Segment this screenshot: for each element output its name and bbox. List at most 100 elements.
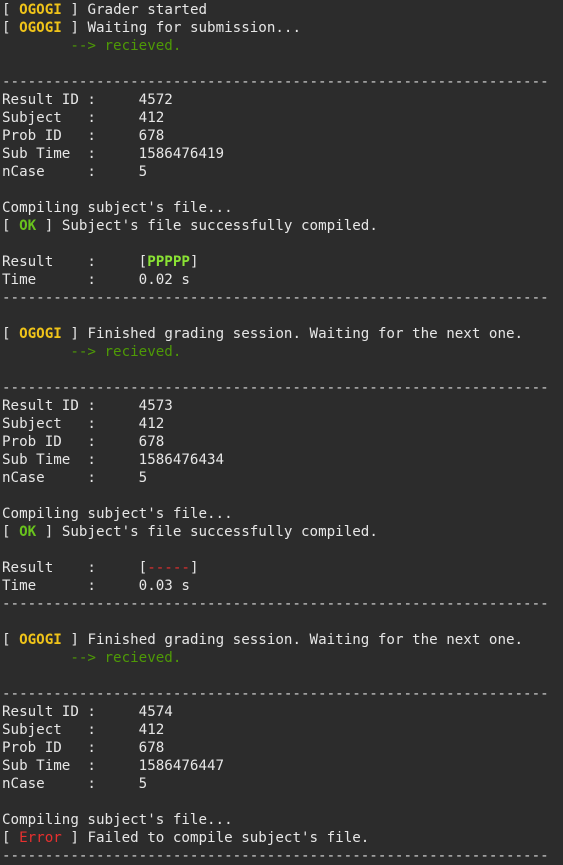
label: Result ID : bbox=[2, 704, 139, 720]
label: Subject : bbox=[2, 110, 139, 126]
log-line-received: --> recieved. bbox=[2, 650, 182, 666]
label: Sub Time : bbox=[2, 146, 139, 162]
log-line-received: --> recieved. bbox=[2, 344, 182, 360]
separator-line: ----------------------------------------… bbox=[2, 290, 549, 306]
label: Prob ID : bbox=[2, 128, 139, 144]
sub-time-row: Sub Time : 1586476434 bbox=[2, 451, 563, 469]
time-row: Time : 0.03 s bbox=[2, 577, 563, 595]
value: 1586476419 bbox=[138, 146, 225, 162]
time-row: Time : 0.02 s bbox=[2, 271, 563, 289]
label: Result : bbox=[2, 254, 139, 270]
value: 4573 bbox=[138, 398, 173, 414]
value: 4574 bbox=[138, 704, 173, 720]
label: Subject : bbox=[2, 722, 139, 738]
log-text: Grader started bbox=[78, 2, 208, 18]
label: Result ID : bbox=[2, 92, 139, 108]
ncase-row: nCase : 5 bbox=[2, 775, 563, 793]
ogogi-tag: OGOGI bbox=[19, 632, 62, 648]
log-line-compiling: Compiling subject's file... bbox=[2, 506, 233, 522]
log-line-compiling: Compiling subject's file... bbox=[2, 812, 233, 828]
value: 0.02 s bbox=[138, 272, 190, 288]
log-text: Failed to compile subject's file. bbox=[78, 830, 370, 846]
ogogi-tag: OGOGI bbox=[19, 20, 62, 36]
prob-id-row: Prob ID : 678 bbox=[2, 433, 563, 451]
subject-row: Subject : 412 bbox=[2, 415, 563, 433]
sub-time-row: Sub Time : 1586476447 bbox=[2, 757, 563, 775]
terminal-output[interactable]: [ OGOGI ] Grader started [ OGOGI ] Waiti… bbox=[0, 0, 563, 865]
label: Result : bbox=[2, 560, 139, 576]
prob-id-row: Prob ID : 678 bbox=[2, 739, 563, 757]
log-line-waiting: [ OGOGI ] Waiting for submission... bbox=[2, 20, 301, 36]
result-fail-value: ----- bbox=[147, 560, 190, 576]
result-id-row: Result ID : 4573 bbox=[2, 397, 563, 415]
value: 0.03 s bbox=[138, 578, 190, 594]
value: 412 bbox=[138, 110, 165, 126]
log-text: Subject's file successfully compiled. bbox=[53, 218, 378, 234]
log-line-grader-started: [ OGOGI ] Grader started bbox=[2, 2, 208, 18]
log-line-compiled-ok: [ OK ] Subject's file successfully compi… bbox=[2, 218, 378, 234]
ncase-row: nCase : 5 bbox=[2, 469, 563, 487]
value: 1586476434 bbox=[138, 452, 225, 468]
log-line-finished: [ OGOGI ] Finished grading session. Wait… bbox=[2, 326, 524, 342]
result-pass-value: PPPPP bbox=[147, 254, 190, 270]
value: 412 bbox=[138, 416, 165, 432]
value: 5 bbox=[138, 776, 148, 792]
error-tag: Error bbox=[19, 830, 62, 846]
result-row: Result : [-----] bbox=[2, 560, 199, 576]
label: Sub Time : bbox=[2, 452, 139, 468]
value: 412 bbox=[138, 722, 165, 738]
label: nCase : bbox=[2, 470, 139, 486]
log-text: Subject's file successfully compiled. bbox=[53, 524, 378, 540]
log-line-finished: [ OGOGI ] Finished grading session. Wait… bbox=[2, 632, 524, 648]
result-id-row: Result ID : 4574 bbox=[2, 703, 563, 721]
log-line-compile-error: [ Error ] Failed to compile subject's fi… bbox=[2, 830, 370, 846]
log-line-compiling: Compiling subject's file... bbox=[2, 200, 233, 216]
sub-time-row: Sub Time : 1586476419 bbox=[2, 145, 563, 163]
separator-line: ----------------------------------------… bbox=[2, 380, 549, 396]
separator-line: ----------------------------------------… bbox=[2, 686, 549, 702]
subject-row: Subject : 412 bbox=[2, 109, 563, 127]
value: 1586476447 bbox=[138, 758, 225, 774]
ogogi-tag: OGOGI bbox=[19, 2, 62, 18]
value: 4572 bbox=[138, 92, 173, 108]
label: Sub Time : bbox=[2, 758, 139, 774]
label: Time : bbox=[2, 578, 139, 594]
label: Result ID : bbox=[2, 398, 139, 414]
separator-line: ----------------------------------------… bbox=[2, 848, 549, 864]
ogogi-tag: OGOGI bbox=[19, 326, 62, 342]
prob-id-row: Prob ID : 678 bbox=[2, 127, 563, 145]
label: Prob ID : bbox=[2, 740, 139, 756]
label: Time : bbox=[2, 272, 139, 288]
result-id-row: Result ID : 4572 bbox=[2, 91, 563, 109]
ncase-row: nCase : 5 bbox=[2, 163, 563, 181]
label: nCase : bbox=[2, 164, 139, 180]
result-row: Result : [PPPPP] bbox=[2, 254, 199, 270]
log-line-received: --> recieved. bbox=[2, 38, 182, 54]
subject-row: Subject : 412 bbox=[2, 721, 563, 739]
separator-line: ----------------------------------------… bbox=[2, 596, 549, 612]
ok-tag: OK bbox=[19, 218, 37, 234]
label: Prob ID : bbox=[2, 434, 139, 450]
log-text: Waiting for submission... bbox=[78, 20, 301, 36]
ok-tag: OK bbox=[19, 524, 37, 540]
value: 5 bbox=[138, 470, 148, 486]
value: 5 bbox=[138, 164, 148, 180]
log-line-compiled-ok: [ OK ] Subject's file successfully compi… bbox=[2, 524, 378, 540]
log-text: Finished grading session. Waiting for th… bbox=[78, 632, 524, 648]
value: 678 bbox=[138, 434, 165, 450]
log-text: Finished grading session. Waiting for th… bbox=[78, 326, 524, 342]
value: 678 bbox=[138, 128, 165, 144]
label: Subject : bbox=[2, 416, 139, 432]
value: 678 bbox=[138, 740, 165, 756]
separator-line: ----------------------------------------… bbox=[2, 74, 549, 90]
